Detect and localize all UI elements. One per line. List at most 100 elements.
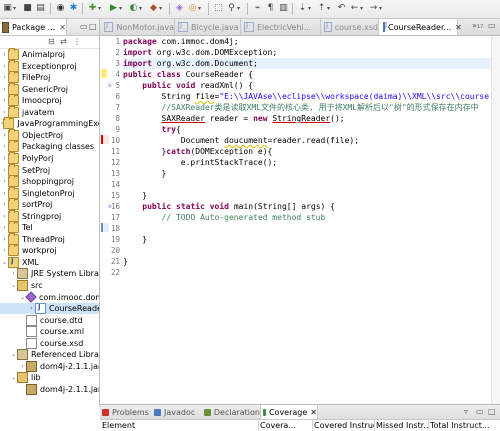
new-dropdown-icon[interactable]: ▾	[13, 3, 19, 14]
collapsed-arrow-icon[interactable]: ›	[1, 74, 8, 81]
code-line[interactable]: SAXReader reader = new StringReader();	[123, 113, 491, 124]
tree-item[interactable]: › JRE System Library	[0, 268, 99, 280]
new-package-icon[interactable]: ◈	[174, 3, 185, 14]
tree-item[interactable]: › Imoocproj	[0, 94, 99, 107]
refresh-icon[interactable]: ✚	[87, 3, 98, 14]
tree-item[interactable]: ⌄ XML	[0, 256, 99, 268]
tree-item[interactable]: › workproj	[0, 244, 99, 257]
package-explorer-tab[interactable]: Package ... ✕	[0, 19, 67, 35]
tree-item[interactable]: › SetProj	[0, 163, 99, 176]
code-line[interactable]	[123, 179, 491, 190]
collapsed-arrow-icon[interactable]: ›	[1, 97, 8, 104]
column-header[interactable]: Total Instruct...	[428, 420, 500, 431]
debug-icon[interactable]: ✱	[68, 3, 79, 14]
collapsed-arrow-icon[interactable]: ›	[1, 86, 8, 93]
tree-item[interactable]: dom4j-2.1.1.jar	[0, 383, 99, 395]
skip-breakpoints-icon[interactable]: ◉	[55, 3, 66, 14]
code-line[interactable]: }	[123, 234, 491, 245]
save-icon[interactable]: ■	[22, 3, 33, 14]
search-dropdown-icon[interactable]: ▾	[237, 3, 243, 14]
maximize-icon[interactable]: □	[89, 22, 97, 31]
code-line[interactable]: }	[123, 256, 491, 267]
external-tools-dropdown-icon[interactable]: ▾	[159, 3, 165, 14]
code-line[interactable]: import org.w3c.dom.DOMException;	[123, 47, 491, 58]
bottom-tab[interactable]: Declaration	[202, 405, 260, 419]
link-with-editor-icon[interactable]: ⇄	[60, 37, 67, 46]
column-header[interactable]: Missed Instr...	[374, 420, 429, 431]
code-line[interactable]	[123, 267, 491, 278]
code-line[interactable]: //SAXReader类是读取XML文件的核心类, 用于将XML解析后以"树"的…	[123, 102, 491, 113]
column-header[interactable]: Covered Instruc...	[312, 420, 375, 431]
tree-item[interactable]: › SingletonProj	[0, 186, 99, 199]
tree-item[interactable]: › GenericProj	[0, 82, 99, 95]
code-line[interactable]: try{	[123, 124, 491, 135]
minimize-icon[interactable]: ▭	[80, 22, 88, 31]
view-menu-icon[interactable]: ▿	[464, 407, 468, 416]
collapsed-arrow-icon[interactable]: ›	[1, 201, 8, 208]
code-line[interactable]: import org.w3c.dom.Document;	[123, 58, 491, 69]
next-annotation-dropdown-icon[interactable]: ▾	[308, 3, 314, 14]
search-icon[interactable]: ⚲	[226, 3, 237, 14]
refresh-dropdown-icon[interactable]: ▾	[98, 3, 104, 14]
tree-item[interactable]: › shoppingproj	[0, 175, 99, 188]
tree-item[interactable]: ⌄ src	[0, 280, 99, 291]
code-line[interactable]: public class CourseReader {	[123, 69, 491, 80]
code-line[interactable]	[123, 223, 491, 234]
vertical-scrollbar[interactable]	[491, 36, 500, 404]
view-menu-icon[interactable]: ⋮	[73, 37, 81, 46]
code-line[interactable]: public void readXml() {	[123, 80, 491, 91]
forward-icon[interactable]: →	[368, 3, 379, 14]
collapsed-arrow-icon[interactable]: ›	[28, 305, 35, 312]
tree-item[interactable]: › Animalproj	[0, 48, 99, 60]
print-icon[interactable]: ▤	[35, 3, 46, 14]
tree-item[interactable]: › sortProj	[0, 198, 99, 211]
tree-item[interactable]: › PolyPorj	[0, 151, 99, 164]
collapsed-arrow-icon[interactable]: ›	[1, 132, 8, 139]
new-class-dropdown-icon[interactable]: ▾	[198, 3, 204, 14]
tree-item[interactable]: › Tel	[0, 221, 99, 234]
code-line[interactable]: }	[123, 190, 491, 201]
new-class-icon[interactable]: ◎	[187, 3, 198, 14]
next-annotation-icon[interactable]: ⇣	[297, 3, 308, 14]
tree-item[interactable]: › ThreadProj	[0, 232, 99, 245]
editor-tab[interactable]: NonMotor.java	[100, 19, 175, 35]
code-line[interactable]: Document doucument=reader.read(file);	[123, 135, 491, 146]
collapsed-arrow-icon[interactable]: ›	[1, 236, 8, 243]
collapsed-arrow-icon[interactable]: ›	[1, 143, 8, 150]
open-type-icon[interactable]: ⬚	[213, 3, 224, 14]
tree-item[interactable]: course.xsd	[0, 337, 99, 349]
expanded-arrow-icon[interactable]: ⌄	[10, 351, 17, 358]
collapsed-arrow-icon[interactable]: ›	[1, 213, 8, 220]
collapse-all-icon[interactable]: ⊟	[48, 37, 55, 46]
toggle-mark-icon[interactable]: ⌁	[252, 3, 263, 14]
minimize-icon[interactable]: ▭	[488, 21, 496, 30]
show-whitespace-icon[interactable]: ¶	[265, 3, 276, 14]
coverage-dropdown-icon[interactable]: ▾	[139, 3, 145, 14]
prev-annotation-dropdown-icon[interactable]: ▾	[327, 3, 333, 14]
collapsed-arrow-icon[interactable]: ›	[1, 63, 8, 70]
tree-item[interactable]: ⌄ lib	[0, 372, 99, 384]
fold-toggle-icon[interactable]: ⊖	[108, 201, 112, 212]
code-line[interactable]: }	[123, 168, 491, 179]
last-edit-icon[interactable]: ↶	[336, 3, 347, 14]
tree-item[interactable]: ⌄ com.imooc.dom	[0, 291, 99, 303]
tree-item[interactable]: › Packaging classes	[0, 140, 99, 153]
collapsed-arrow-icon[interactable]: ›	[19, 363, 26, 370]
bottom-tab[interactable]: Javadoc	[152, 405, 202, 419]
collapsed-arrow-icon[interactable]: ›	[1, 224, 8, 231]
code-line[interactable]: e.printStackTrace();	[123, 157, 491, 168]
collapsed-arrow-icon[interactable]: ›	[1, 155, 8, 162]
editor-tab[interactable]: Bicycle.java	[174, 19, 241, 35]
column-header[interactable]: Covera...	[258, 420, 313, 431]
fold-toggle-icon[interactable]: ⊖	[108, 80, 112, 91]
tree-item[interactable]: › Stringproj	[0, 209, 99, 222]
collapsed-arrow-icon[interactable]: ›	[10, 270, 17, 277]
back-icon[interactable]: ←	[349, 3, 360, 14]
tree-item[interactable]: › JavaProgrammingExe	[0, 117, 99, 130]
collapsed-arrow-icon[interactable]: ›	[1, 167, 8, 174]
close-icon[interactable]: ✕	[310, 408, 317, 417]
code-line[interactable]: // TODO Auto-generated method stub	[123, 212, 491, 223]
forward-dropdown-icon[interactable]: ▾	[379, 3, 385, 14]
tree-item[interactable]: › Exceptionproj	[0, 59, 99, 72]
tree-item[interactable]: › javatem	[0, 105, 99, 118]
